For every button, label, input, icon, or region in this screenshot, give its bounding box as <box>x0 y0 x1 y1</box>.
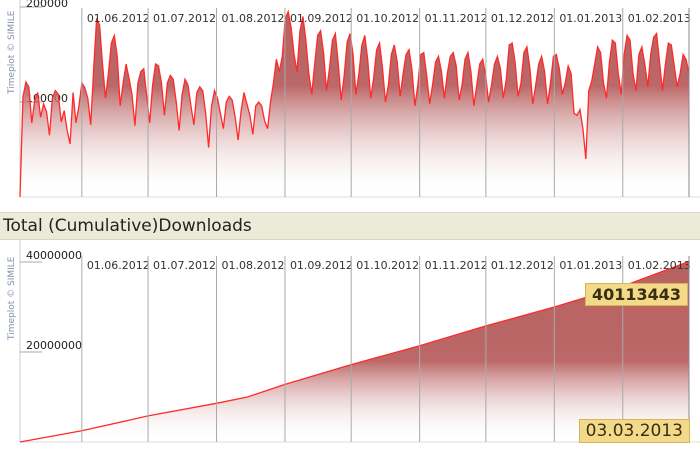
daily-downloads-chart: Timeplot © SIMILE 200000 100000 01.06.2012 0… <box>0 0 700 208</box>
y-tick-label: 40000000 <box>26 249 82 262</box>
x-tick-label: 01.07.2012 <box>153 259 216 272</box>
timeplot-credit: Timeplot © SIMILE <box>7 10 17 95</box>
timeplot-credit: Timeplot © SIMILE <box>7 256 17 341</box>
hover-date-badge: 03.03.2013 <box>578 419 690 443</box>
x-tick-label: 01.08.2012 <box>222 259 285 272</box>
x-tick-label: 01.11.2012 <box>425 12 488 25</box>
x-tick-label: 01.09.2012 <box>290 259 353 272</box>
x-tick-label: 01.12.2012 <box>491 12 554 25</box>
hover-value-badge: 40113443 <box>584 283 688 306</box>
section-title: Total (Cumulative)Downloads <box>3 216 252 236</box>
y-tick-label: 20000000 <box>26 339 82 352</box>
x-tick-label: 01.02.2013 <box>628 12 691 25</box>
daily-downloads-plot: Timeplot © SIMILE20000010000001.06.2012 0… <box>7 0 700 198</box>
y-tick-label: 200000 <box>26 0 68 10</box>
section-header: Total (Cumulative)Downloads <box>0 212 700 240</box>
x-tick-label: 01.09.2012 <box>290 12 353 25</box>
x-tick-label: 01.11.2012 <box>425 259 488 272</box>
x-tick-label: 01.08.2012 <box>222 12 285 25</box>
x-tick-label: 01.07.2012 <box>153 12 216 25</box>
x-tick-label: 01.01.2013 <box>559 12 622 25</box>
x-tick-label: 01.06.2012 <box>87 12 150 25</box>
x-tick-label: 01.06.2012 <box>87 259 150 272</box>
x-tick-label: 01.02.2013 <box>628 259 691 272</box>
x-tick-label: 01.12.2012 <box>491 259 554 272</box>
x-tick-label: 01.01.2013 <box>559 259 622 272</box>
x-tick-label: 01.10.2012 <box>356 259 419 272</box>
x-tick-label: 01.10.2012 <box>356 12 419 25</box>
y-tick-label: 100000 <box>26 92 68 105</box>
